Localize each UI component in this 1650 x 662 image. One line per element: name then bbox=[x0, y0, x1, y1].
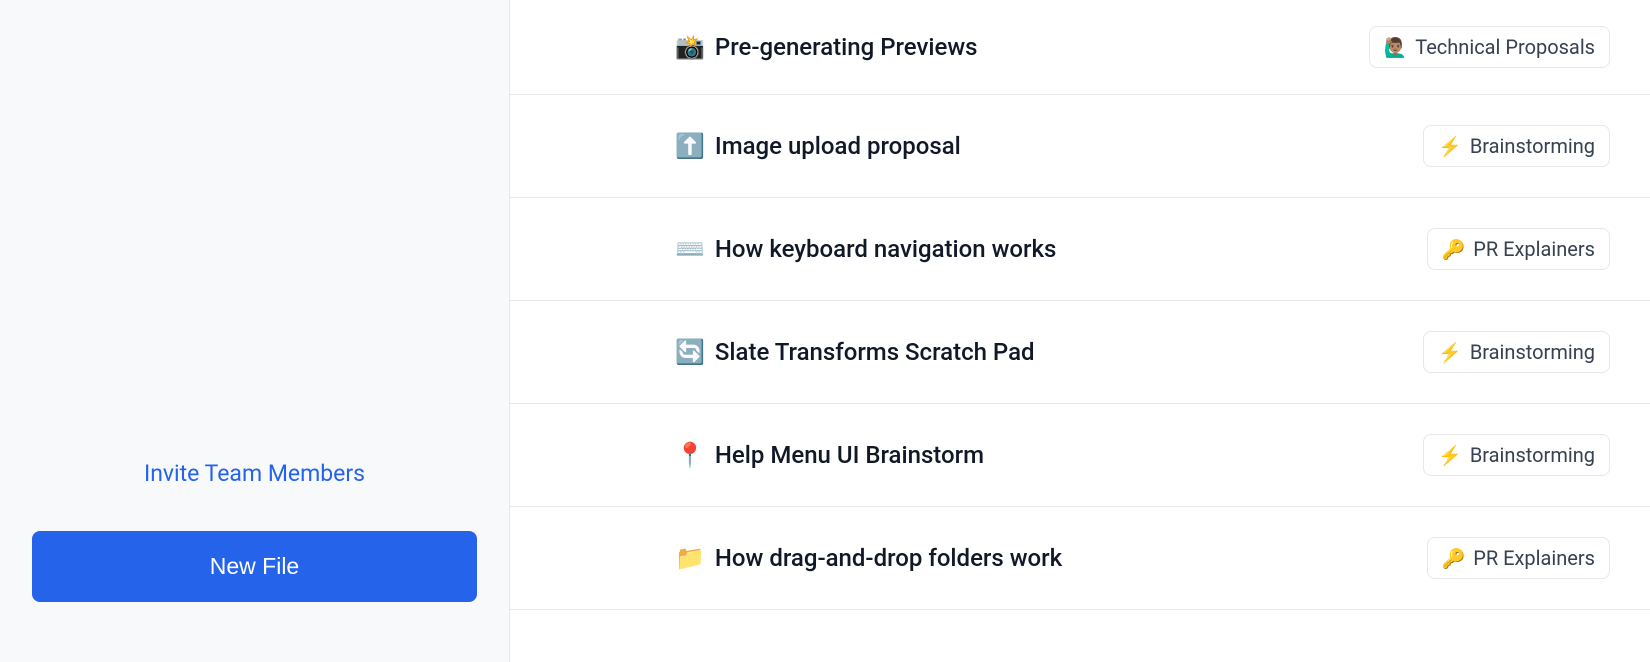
file-row[interactable]: ⌨️ How keyboard navigation works 🔑 PR Ex… bbox=[510, 198, 1650, 301]
file-row[interactable]: ⬆️ Image upload proposal ⚡ Brainstorming bbox=[510, 95, 1650, 198]
up-arrow-icon: ⬆️ bbox=[675, 134, 705, 158]
person-raising-hand-icon: 🙋🏽‍♂️ bbox=[1384, 38, 1408, 57]
new-file-button[interactable]: New File bbox=[32, 531, 477, 602]
lightning-icon: ⚡ bbox=[1438, 446, 1462, 465]
file-title: Image upload proposal bbox=[715, 132, 961, 160]
category-tag[interactable]: 🔑 PR Explainers bbox=[1427, 228, 1610, 270]
file-row[interactable]: 📁 How drag-and-drop folders work 🔑 PR Ex… bbox=[510, 507, 1650, 610]
pin-icon: 📍 bbox=[675, 443, 705, 467]
category-label: Brainstorming bbox=[1470, 340, 1595, 364]
main-content: 📸 Pre-generating Previews 🙋🏽‍♂️ Technica… bbox=[510, 0, 1650, 662]
category-label: PR Explainers bbox=[1473, 546, 1595, 570]
file-row[interactable]: 🔄 Slate Transforms Scratch Pad ⚡ Brainst… bbox=[510, 301, 1650, 404]
keyboard-icon: ⌨️ bbox=[675, 237, 705, 261]
file-title-wrap: 🔄 Slate Transforms Scratch Pad bbox=[675, 338, 1035, 366]
file-title: Help Menu UI Brainstorm bbox=[715, 441, 984, 469]
file-title-wrap: 📁 How drag-and-drop folders work bbox=[675, 544, 1062, 572]
sidebar: Invite Team Members New File bbox=[0, 0, 510, 662]
file-title-wrap: ⬆️ Image upload proposal bbox=[675, 132, 961, 160]
file-title: How keyboard navigation works bbox=[715, 235, 1056, 263]
category-label: Technical Proposals bbox=[1415, 35, 1595, 59]
lightning-icon: ⚡ bbox=[1438, 137, 1462, 156]
key-icon: 🔑 bbox=[1442, 549, 1466, 568]
file-title-wrap: ⌨️ How keyboard navigation works bbox=[675, 235, 1056, 263]
category-tag[interactable]: ⚡ Brainstorming bbox=[1423, 125, 1610, 167]
file-title-wrap: 📍 Help Menu UI Brainstorm bbox=[675, 441, 984, 469]
file-title-wrap: 📸 Pre-generating Previews bbox=[675, 33, 978, 61]
invite-team-members-link[interactable]: Invite Team Members bbox=[32, 460, 477, 487]
category-label: PR Explainers bbox=[1473, 237, 1595, 261]
camera-icon: 📸 bbox=[675, 35, 705, 59]
category-label: Brainstorming bbox=[1470, 443, 1595, 467]
key-icon: 🔑 bbox=[1442, 240, 1466, 259]
category-tag[interactable]: ⚡ Brainstorming bbox=[1423, 434, 1610, 476]
category-tag[interactable]: 🔑 PR Explainers bbox=[1427, 537, 1610, 579]
file-title: How drag-and-drop folders work bbox=[715, 544, 1062, 572]
file-row[interactable]: 📸 Pre-generating Previews 🙋🏽‍♂️ Technica… bbox=[510, 0, 1650, 95]
category-label: Brainstorming bbox=[1470, 134, 1595, 158]
file-list: 📸 Pre-generating Previews 🙋🏽‍♂️ Technica… bbox=[510, 0, 1650, 610]
category-tag[interactable]: 🙋🏽‍♂️ Technical Proposals bbox=[1369, 26, 1610, 68]
folder-icon: 📁 bbox=[675, 546, 705, 570]
file-title: Slate Transforms Scratch Pad bbox=[715, 338, 1035, 366]
file-title: Pre-generating Previews bbox=[715, 33, 978, 61]
refresh-icon: 🔄 bbox=[675, 340, 705, 364]
category-tag[interactable]: ⚡ Brainstorming bbox=[1423, 331, 1610, 373]
lightning-icon: ⚡ bbox=[1438, 343, 1462, 362]
file-row[interactable]: 📍 Help Menu UI Brainstorm ⚡ Brainstormin… bbox=[510, 404, 1650, 507]
